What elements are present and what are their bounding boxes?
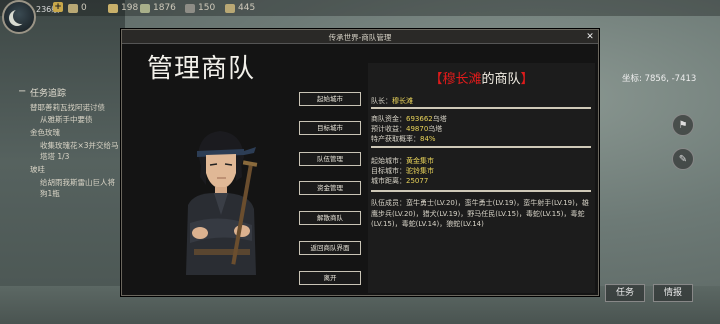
- coin-icon: [68, 3, 78, 13]
- dialog-title: 传承世界-商队管理: [328, 33, 392, 42]
- special-row: 特产获取概率：84%: [371, 135, 436, 143]
- target-city-button[interactable]: 目标城市: [299, 121, 361, 135]
- resource-food: 1876: [140, 2, 176, 14]
- close-button[interactable]: ✕: [585, 32, 595, 42]
- members-row: 队伍成员：蛮牛勇士(LV.20)，蛮牛勇士(LV.19)，蛮牛射手(LV.19)…: [371, 199, 589, 228]
- quest-line[interactable]: 替耶善莉瓦找阿诺讨债: [30, 102, 105, 113]
- world-background-left: [0, 0, 125, 324]
- start-city-button[interactable]: 起始城市: [299, 92, 361, 106]
- intel-button[interactable]: 情报: [653, 284, 693, 302]
- caravan-info-panel: 【穆长滩的商队】 队长：穆长滩 商队资金：693662乌塔 预计收益：49870…: [368, 63, 595, 293]
- funds-row: 商队资金：693662乌塔: [371, 115, 447, 123]
- disband-caravan-button[interactable]: 解散商队: [299, 211, 361, 225]
- distance-row: 城市距离：25077: [371, 177, 429, 185]
- quest-line[interactable]: 给胡雨我斯雷山巨人将: [40, 177, 115, 188]
- quest-line[interactable]: 从雅斯手中要债: [40, 114, 93, 125]
- resource-silver: 198: [108, 2, 138, 14]
- target-city-row: 目标城市：驼铃集市: [371, 167, 434, 175]
- resource-stone: 445: [225, 2, 255, 14]
- quest-line[interactable]: 塔塔 1/3: [40, 151, 69, 162]
- quest-line[interactable]: 收集玫瑰花×3并交给马: [40, 140, 119, 151]
- team-manage-button[interactable]: 队伍管理: [299, 152, 361, 166]
- resource-coin: 0: [68, 2, 87, 14]
- start-city-row: 起始城市：黄金集市: [371, 157, 434, 165]
- silver-icon: [108, 3, 118, 13]
- map-coordinates: 坐标: 7856, -7413: [622, 74, 697, 84]
- leader-row: 队长：穆长滩: [371, 97, 413, 105]
- moon-icon: [13, 8, 29, 24]
- funds-manage-button[interactable]: 资金管理: [299, 181, 361, 195]
- banner-icon[interactable]: ⚑: [672, 114, 694, 136]
- divider: [371, 190, 591, 192]
- caravan-management-dialog: 传承世界-商队管理 ✕ 管理商队 起始城市 目标城市 队伍管理 资金管理 解散商…: [121, 29, 599, 296]
- dialog-titlebar: 传承世界-商队管理 ✕: [122, 30, 598, 44]
- add-resource-button[interactable]: +: [53, 2, 63, 12]
- return-caravan-button[interactable]: 返回商队界面: [299, 241, 361, 255]
- task-button[interactable]: 任务: [605, 284, 645, 302]
- divider: [371, 146, 591, 148]
- profit-row: 预计收益：49870乌塔: [371, 125, 443, 133]
- page-heading: 管理商队: [147, 54, 256, 84]
- food-icon: [140, 3, 150, 13]
- divider: [371, 107, 591, 109]
- scroll-icon[interactable]: ✎: [672, 148, 694, 170]
- resource-ore: 150: [185, 2, 215, 14]
- leave-button[interactable]: 离开: [299, 271, 361, 285]
- quest-line[interactable]: 玻哇: [30, 164, 45, 175]
- player-avatar[interactable]: [2, 0, 36, 34]
- quest-line[interactable]: 狗1瓶: [40, 188, 60, 199]
- quest-tracker-header[interactable]: 任务追踪: [18, 86, 66, 99]
- quest-line[interactable]: 金色玫瑰: [30, 127, 60, 138]
- caravan-title: 【穆长滩的商队】: [429, 72, 534, 87]
- stone-icon: [225, 3, 235, 13]
- leader-portrait: [186, 131, 258, 275]
- ore-icon: [185, 3, 195, 13]
